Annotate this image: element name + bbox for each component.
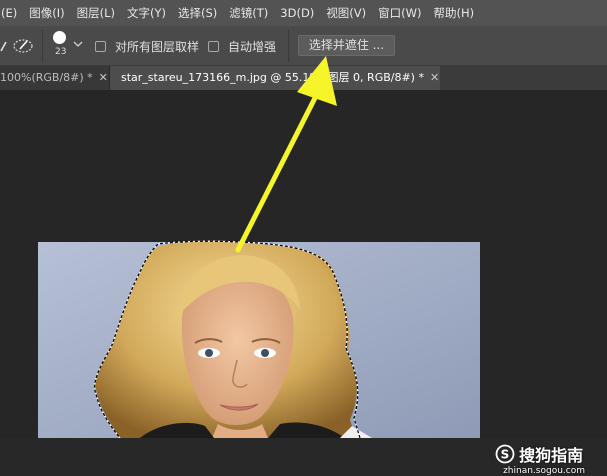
annotation-arrow-icon <box>235 56 337 253</box>
watermark-url: zhinan.sogou.com <box>503 466 585 476</box>
watermark: S 搜狗指南 zhinan.sogou.com <box>495 442 585 476</box>
svg-text:S: S <box>501 448 510 462</box>
sogou-logo-icon: S <box>495 444 515 464</box>
watermark-brand: 搜狗指南 <box>519 446 584 465</box>
